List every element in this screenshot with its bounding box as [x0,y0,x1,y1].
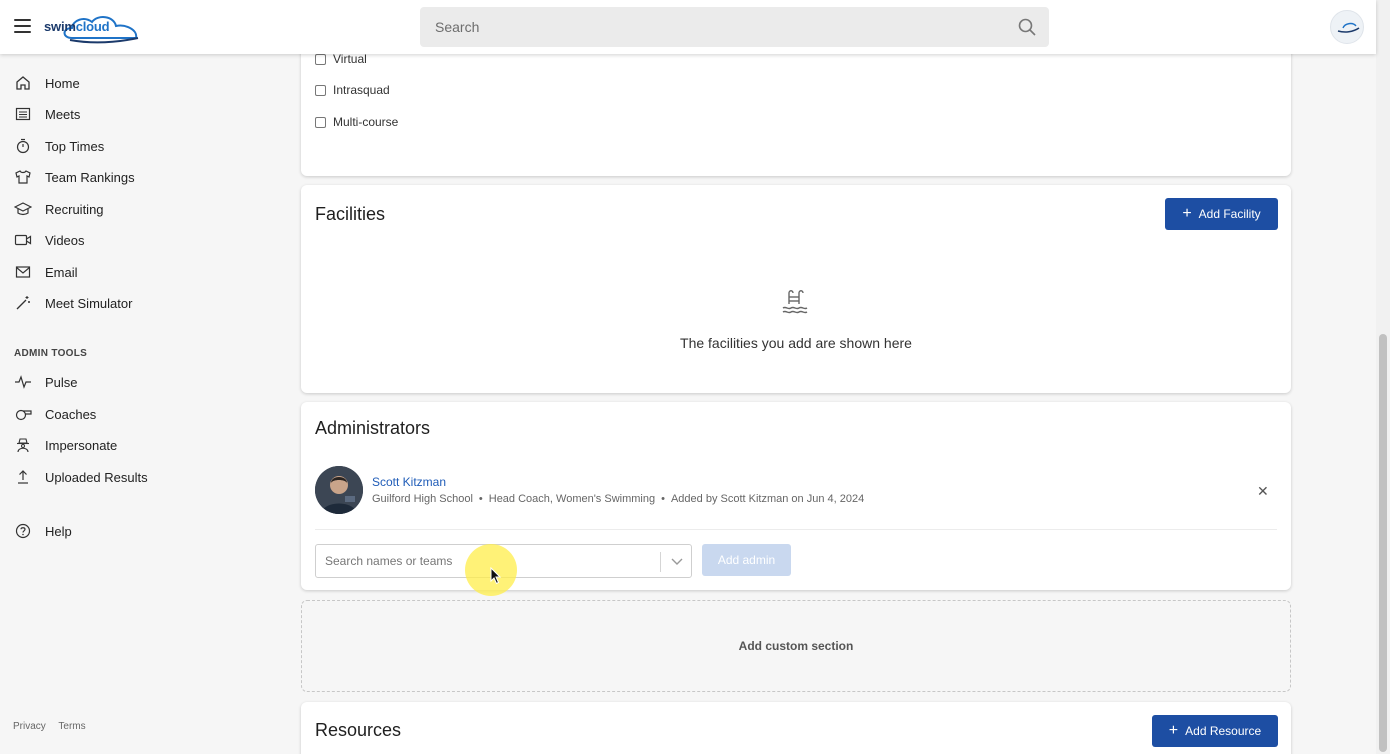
sidebar-item-team-rankings[interactable]: Team Rankings [14,165,135,189]
search-input[interactable]: Search [420,7,1049,47]
page-scrollbar[interactable] [1376,0,1390,754]
spy-icon [14,436,32,454]
footer-links: Privacy Terms [13,721,96,732]
search-placeholder: Search [435,19,480,35]
sidebar-item-videos[interactable]: Videos [14,228,85,252]
admin-avatar[interactable] [315,466,363,514]
admin-school: Guilford High School [372,493,473,505]
terms-link[interactable]: Terms [58,721,85,732]
admin-role: Head Coach, Women's Swimming [488,493,656,505]
add-custom-section-label: Add custom section [738,639,854,653]
divider [315,529,1277,530]
menu-icon[interactable] [14,19,31,33]
select-separator [660,552,661,572]
filter-option-multi-course[interactable]: Multi-course [315,115,398,129]
whistle-icon [14,405,32,423]
facilities-card: Facilities + Add Facility The facilities… [301,185,1291,393]
shirt-icon [14,168,32,186]
sidebar-item-label: Uploaded Results [45,469,148,485]
sidebar-item-home[interactable]: Home [14,71,80,95]
plus-icon: + [1168,722,1179,739]
filter-option-virtual[interactable]: Virtual [315,52,367,66]
remove-admin-icon[interactable]: ✕ [1257,483,1269,500]
checkbox[interactable] [315,53,326,65]
checkbox[interactable] [315,84,326,96]
home-icon [14,74,32,92]
sidebar-item-label: Recruiting [45,201,104,217]
sidebar-item-label: Coaches [45,406,97,422]
filter-option-label: Intrasquad [333,83,390,97]
filter-option-intrasquad[interactable]: Intrasquad [315,83,390,97]
administrators-title: Administrators [315,418,431,438]
pool-ladder-icon [782,290,808,314]
admin-meta: Guilford High School • Head Coach, Women's… [372,493,865,505]
video-icon [14,231,32,249]
top-header: swimcloud Search [0,0,1376,54]
stopwatch-icon [14,137,32,155]
logo-text: swimcloud [44,19,110,34]
mail-icon [14,263,32,281]
admin-tools-heading: ADMIN TOOLS [14,348,88,359]
checkbox[interactable] [315,116,326,128]
admin-name-link[interactable]: Scott Kitzman [372,475,446,489]
sidebar-item-help[interactable]: Help [14,519,72,543]
administrators-card: Administrators Scott Kitzman Guilford Hi… [301,402,1291,590]
upload-icon [14,468,32,486]
sidebar-item-label: Meets [45,106,81,122]
sidebar-item-pulse[interactable]: Pulse [14,370,78,394]
facilities-title: Facilities [315,204,386,224]
sidebar-item-top-times[interactable]: Top Times [14,134,104,158]
swimcloud-logo[interactable]: swimcloud [42,10,142,44]
user-avatar[interactable] [1330,10,1364,44]
sidebar-item-meets[interactable]: Meets [14,102,80,126]
search-icon[interactable] [1017,17,1037,37]
sidebar-item-recruiting[interactable]: Recruiting [14,197,104,221]
pulse-icon [14,373,32,391]
meet-type-card: Virtual Intrasquad Multi-course [301,40,1291,176]
resources-title: Resources [315,720,402,740]
plus-icon: + [1182,205,1192,222]
privacy-link[interactable]: Privacy [13,721,46,732]
sidebar-item-impersonate[interactable]: Impersonate [14,433,117,457]
admin-added-by: Added by Scott Kitzman on Jun 4, 2024 [670,493,865,505]
sidebar-item-label: Top Times [45,138,105,154]
add-admin-button[interactable]: Add admin [702,544,791,576]
add-resource-button[interactable]: + Add Resource [1152,715,1278,747]
sidebar-item-label: Home [45,75,80,91]
sidebar-item-label: Help [45,523,72,539]
chevron-down-icon[interactable] [670,554,684,568]
mouse-cursor-icon [490,567,502,585]
sidebar-item-meet-simulator[interactable]: Meet Simulator [14,291,132,315]
filter-option-label: Virtual [333,52,367,66]
magic-wand-icon [14,294,32,312]
add-facility-label: Add Facility [1198,207,1261,221]
list-icon [14,105,32,123]
sidebar-item-label: Videos [45,232,85,248]
sidebar-item-email[interactable]: Email [14,260,78,284]
scrollbar-thumb[interactable] [1379,334,1387,752]
facilities-empty-text: The facilities you add are shown here [680,335,912,351]
sidebar-item-label: Pulse [45,374,78,390]
help-icon [14,522,32,540]
resources-card: Resources + Add Resource [301,702,1291,754]
add-resource-label: Add Resource [1185,724,1262,738]
sidebar-item-label: Team Rankings [45,169,135,185]
sidebar-item-coaches[interactable]: Coaches [14,402,96,426]
sidebar-item-label: Impersonate [45,437,118,453]
add-custom-section[interactable]: Add custom section [301,600,1291,692]
sidebar-item-label: Email [45,264,78,280]
graduation-cap-icon [14,200,32,218]
filter-option-label: Multi-course [333,115,399,129]
sidebar-item-label: Meet Simulator [45,295,133,311]
admin-search-placeholder: Search names or teams [325,554,453,568]
add-facility-button[interactable]: + Add Facility [1165,198,1278,230]
logo-text-accent: cloud [75,19,110,34]
sidebar-item-uploaded-results[interactable]: Uploaded Results [14,465,148,489]
